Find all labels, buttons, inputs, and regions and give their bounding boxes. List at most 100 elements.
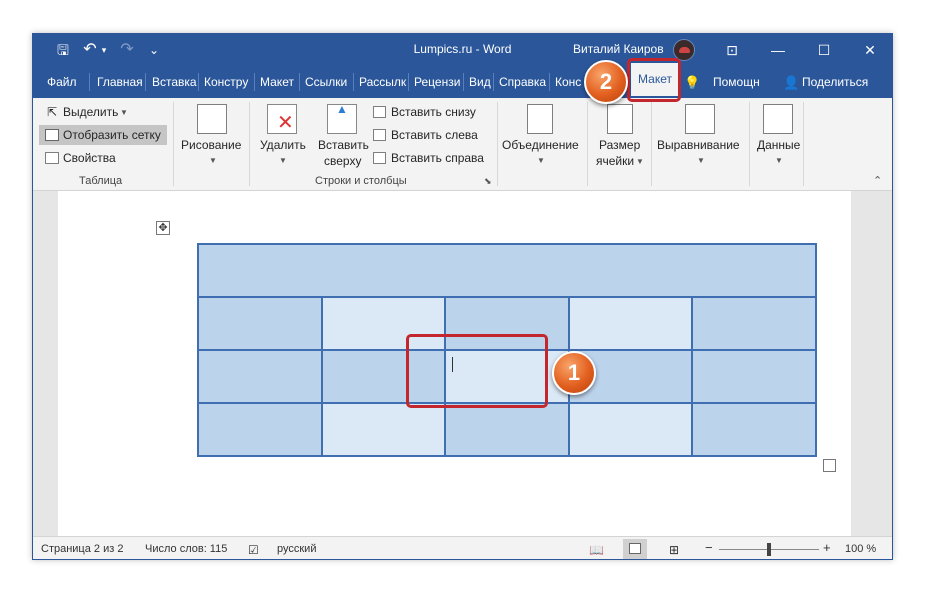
tab-divider: [493, 73, 494, 91]
table-cell[interactable]: [691, 349, 817, 404]
table-cell[interactable]: [691, 402, 817, 457]
data-icon: [763, 104, 793, 134]
tab-file[interactable]: Файл: [47, 75, 77, 89]
cell-size-label-1[interactable]: Размер: [599, 138, 640, 152]
tab-help[interactable]: Справка: [499, 75, 546, 89]
draw-table-icon: [197, 104, 227, 134]
tab-view[interactable]: Вид: [469, 75, 491, 89]
title-bar: 🖫 ↶ ▾ ↷ ⌄ Lumpics.ru - Word Виталий Каир…: [33, 34, 892, 66]
table-cell[interactable]: [691, 296, 817, 351]
data-button[interactable]: Данные: [757, 138, 800, 152]
lightbulb-icon[interactable]: 💡: [684, 75, 700, 91]
ribbon-panel: ⇱ Выделить ▼ Отобразить сетку Свойства Т…: [33, 98, 892, 191]
properties-button[interactable]: Свойства: [63, 151, 116, 165]
print-layout-page-icon: [629, 543, 641, 554]
table-move-handle-icon[interactable]: ✥: [156, 221, 170, 235]
web-layout-icon[interactable]: ⊞: [669, 543, 679, 557]
delete-button[interactable]: Удалить: [260, 138, 306, 152]
ribbon-display-options-icon[interactable]: ⊡: [709, 34, 755, 66]
share-button[interactable]: Поделиться: [802, 75, 868, 89]
chevron-down-icon: ▼: [209, 156, 217, 165]
insert-right-button[interactable]: Вставить справа: [391, 151, 484, 165]
tab-divider: [463, 73, 464, 91]
table-cell[interactable]: [197, 349, 323, 404]
view-gridlines-button[interactable]: Отобразить сетку: [63, 128, 161, 142]
tab-design[interactable]: Констру: [204, 75, 248, 89]
table-cell[interactable]: [197, 402, 323, 457]
cell-size-label-2[interactable]: ячейки: [596, 154, 634, 168]
grid-icon: [45, 129, 59, 141]
close-button[interactable]: ✕: [847, 34, 892, 66]
table-row: [197, 402, 817, 457]
language-indicator[interactable]: русский: [277, 543, 316, 555]
alignment-button[interactable]: Выравнивание: [657, 138, 740, 152]
properties-icon: [45, 152, 59, 164]
tell-me-search[interactable]: Помощн: [713, 75, 760, 89]
read-mode-icon[interactable]: 📖: [589, 543, 604, 557]
tab-table-design[interactable]: Конс: [555, 75, 581, 89]
maximize-button[interactable]: ☐: [801, 34, 847, 66]
table-cell[interactable]: [444, 402, 570, 457]
ribbon-tabs: Файл Главная Вставка Констру Макет Ссылк…: [33, 66, 892, 98]
tab-divider: [145, 73, 146, 91]
merge-button[interactable]: Объединение: [502, 138, 579, 152]
table-cell[interactable]: [567, 402, 694, 457]
group-divider: [173, 102, 174, 186]
zoom-percent[interactable]: 100 %: [845, 543, 876, 555]
arrow-up-icon: ▲: [336, 102, 348, 116]
page-count[interactable]: Страница 2 из 2: [41, 543, 123, 555]
status-bar: Страница 2 из 2 Число слов: 115 ☑ русски…: [33, 536, 892, 559]
dialog-launcher-icon[interactable]: ⬊: [484, 176, 492, 187]
tab-home[interactable]: Главная: [97, 75, 143, 89]
callout-2-frame: [627, 58, 681, 102]
tab-divider: [254, 73, 255, 91]
table-cell[interactable]: [197, 296, 323, 351]
group-divider: [803, 102, 804, 186]
delete-x-icon: ✕: [277, 112, 294, 134]
group-label-rows-columns: Строки и столбцы: [315, 175, 407, 187]
select-button[interactable]: Выделить: [63, 105, 118, 119]
group-divider: [749, 102, 750, 186]
insert-left-icon: [373, 129, 386, 141]
minimize-button[interactable]: —: [755, 34, 801, 66]
cell-size-icon: [607, 104, 633, 134]
alignment-icon: [685, 104, 715, 134]
insert-above-label-1[interactable]: Вставить: [318, 138, 369, 152]
callout-2-badge: 2: [584, 60, 628, 104]
table-resize-handle[interactable]: [823, 459, 836, 472]
word-count[interactable]: Число слов: 115: [145, 543, 227, 555]
draw-button[interactable]: Рисование: [181, 138, 241, 152]
group-divider: [249, 102, 250, 186]
table-header-cell[interactable]: [197, 243, 817, 298]
tab-references[interactable]: Ссылки: [305, 75, 347, 89]
group-label-table: Таблица: [79, 175, 123, 187]
chevron-down-icon: ▼: [120, 108, 128, 117]
group-divider: [587, 102, 588, 186]
zoom-in-button[interactable]: +: [823, 540, 831, 555]
tab-insert[interactable]: Вставка: [152, 75, 197, 89]
callout-1-frame: [406, 334, 548, 408]
collapse-ribbon-icon[interactable]: ⌃: [873, 174, 882, 187]
tab-review[interactable]: Рецензи: [414, 75, 460, 89]
tab-divider: [299, 73, 300, 91]
share-icon[interactable]: 👤: [783, 75, 799, 91]
chevron-down-icon: ▼: [775, 156, 783, 165]
user-name[interactable]: Виталий Каиров: [573, 42, 664, 56]
insert-below-icon: [373, 106, 386, 118]
zoom-out-button[interactable]: −: [705, 540, 713, 555]
table-cell[interactable]: [320, 402, 447, 457]
tab-page-layout[interactable]: Макет: [260, 75, 294, 89]
insert-above-label-2[interactable]: сверху: [324, 154, 361, 168]
tab-mailings[interactable]: Рассылк: [359, 75, 406, 89]
insert-below-button[interactable]: Вставить снизу: [391, 105, 476, 119]
insert-left-button[interactable]: Вставить слева: [391, 128, 478, 142]
table-cell[interactable]: [567, 296, 694, 351]
merge-icon: [527, 104, 553, 134]
cursor-icon: ⇱: [47, 105, 58, 119]
tab-divider: [549, 73, 550, 91]
proofing-icon[interactable]: ☑: [248, 543, 259, 557]
tab-divider: [198, 73, 199, 91]
zoom-slider-thumb[interactable]: [767, 543, 771, 556]
tab-divider: [89, 73, 90, 91]
chevron-down-icon: ▼: [636, 157, 644, 166]
